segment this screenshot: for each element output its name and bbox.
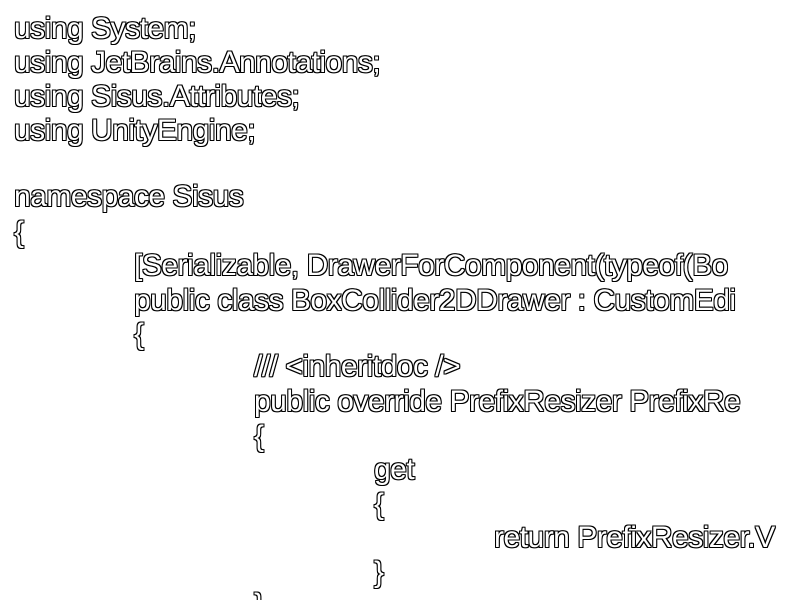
code-line-15: { — [374, 488, 384, 521]
code-line-11: /// <inheritdoc /> — [254, 350, 461, 383]
code-line-12: public override PrefixResizer PrefixRe — [254, 385, 741, 418]
code-line-8: [Serializable, DrawerForComponent(typeof… — [134, 249, 728, 282]
code-line-14: get — [374, 453, 415, 486]
code-line-9: public class BoxCollider2DDrawer : Custo… — [134, 284, 736, 317]
code-line-16: return PrefixResizer.V — [494, 521, 775, 554]
code-line-6: namespace Sisus — [14, 180, 244, 213]
code-line-3: using Sisus.Attributes; — [14, 80, 300, 113]
code-line-7: { — [14, 216, 24, 249]
code-line-10: { — [134, 318, 144, 351]
code-line-1: using System; — [14, 12, 196, 45]
code-view: using System; using JetBrains.Annotation… — [0, 0, 800, 600]
code-line-18: } — [254, 588, 264, 600]
code-line-4: using UnityEngine; — [14, 114, 256, 147]
code-line-13: { — [254, 420, 264, 453]
code-line-2: using JetBrains.Annotations; — [14, 46, 381, 79]
code-line-17: } — [374, 556, 384, 589]
